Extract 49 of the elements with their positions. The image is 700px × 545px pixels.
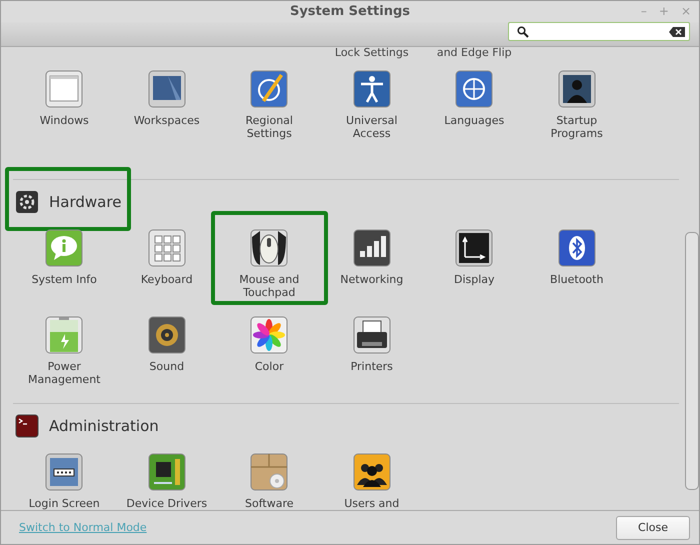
accessibility-icon	[352, 70, 391, 108]
keyboard-icon	[148, 229, 186, 267]
printer-icon	[352, 316, 391, 354]
item-label[interactable]: Universal Access	[328, 114, 415, 140]
battery-icon	[45, 316, 84, 354]
login-screen-icon	[45, 453, 84, 491]
terminal-icon	[15, 414, 39, 438]
bluetooth-icon	[558, 229, 596, 267]
item-label[interactable]: Display	[454, 273, 495, 286]
scrollbar-thumb[interactable]	[685, 232, 699, 490]
workspace-icon	[148, 70, 186, 108]
item-label[interactable]: Printers	[350, 360, 393, 373]
item-label[interactable]: Windows	[40, 114, 89, 127]
window-title: System Settings	[290, 4, 410, 19]
item-label[interactable]: Login Screen	[28, 497, 100, 510]
item-label[interactable]: Keyboard	[140, 273, 193, 286]
window-icon	[45, 70, 84, 108]
section-title: Hardware	[49, 193, 122, 211]
users-icon	[352, 453, 391, 491]
signal-bars-icon	[352, 229, 391, 267]
item-label[interactable]: System Info	[32, 273, 97, 286]
info-bubble-icon	[45, 229, 84, 267]
item-label[interactable]: Power Management	[21, 360, 108, 386]
search-icon	[517, 26, 529, 38]
item-label[interactable]: Bluetooth	[550, 273, 604, 286]
item-label[interactable]: and Edge Flip	[423, 47, 526, 59]
item-label[interactable]: Mouse and Touchpad	[226, 273, 312, 299]
item-label[interactable]: Users and	[344, 497, 400, 510]
close-button[interactable]: Close	[616, 516, 690, 540]
person-silhouette-icon	[558, 70, 596, 108]
item-label[interactable]: Startup Programs	[534, 114, 620, 140]
speaker-icon	[148, 316, 186, 354]
item-label[interactable]: Networking	[340, 273, 404, 286]
mouse-icon	[250, 229, 288, 267]
item-label[interactable]: Languages	[444, 114, 504, 127]
item-label[interactable]: Sound	[149, 360, 184, 373]
item-label[interactable]: Workspaces	[134, 114, 200, 127]
section-title: Administration	[49, 417, 159, 435]
clear-icon[interactable]	[669, 26, 685, 36]
search-field[interactable]	[508, 22, 690, 41]
package-icon	[250, 453, 288, 491]
circuit-board-icon	[148, 453, 186, 491]
item-label[interactable]: Regional Settings	[226, 114, 312, 140]
item-label[interactable]: Color	[254, 360, 284, 373]
item-label[interactable]: Device Drivers	[126, 497, 208, 510]
item-label[interactable]: Lock Settings	[320, 47, 423, 59]
display-icon	[455, 229, 494, 267]
item-label[interactable]: Software	[245, 497, 294, 510]
color-flower-icon	[250, 316, 288, 354]
